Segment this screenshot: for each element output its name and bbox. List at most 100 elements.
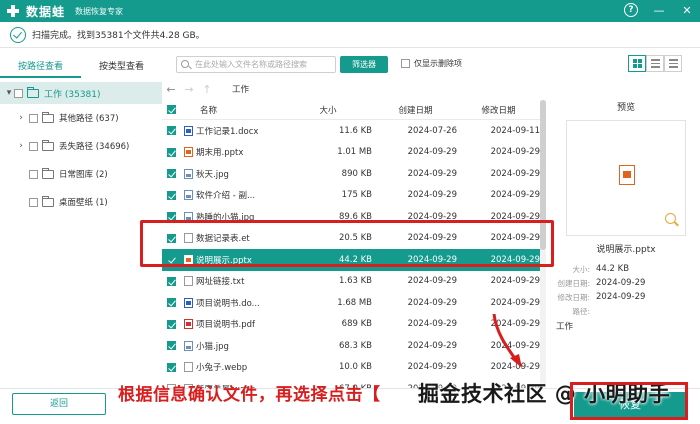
- file-size: 68.3 KB: [338, 340, 372, 351]
- pptx-file-icon: [184, 147, 193, 158]
- row-checkbox[interactable]: [167, 147, 176, 157]
- search-input[interactable]: 在此处输入文件名称或路径搜索: [176, 56, 336, 73]
- tree-item-checkbox[interactable]: [29, 197, 38, 207]
- tree-item-lost-paths[interactable]: › 丢失路径 (34696): [0, 132, 162, 160]
- column-header-modified[interactable]: 修改日期: [457, 104, 540, 116]
- tree-item-label: 日常图库 (2): [59, 170, 108, 180]
- tree-item-daily-gallery[interactable]: 日常图库 (2): [0, 160, 162, 188]
- row-checkbox[interactable]: [167, 169, 176, 179]
- tree-item-checkbox[interactable]: [29, 113, 38, 123]
- file-size: 1.68 MB: [337, 297, 372, 308]
- column-header-created[interactable]: 创建日期: [374, 104, 457, 116]
- back-arrow-icon[interactable]: ←: [162, 83, 180, 96]
- file-created: 2024-09-29: [407, 168, 457, 179]
- help-icon[interactable]: ?: [624, 3, 638, 17]
- up-arrow-icon[interactable]: ↑: [198, 83, 216, 96]
- tab-by-path[interactable]: 按路径查看: [0, 56, 81, 78]
- grid-icon: [632, 59, 642, 68]
- path-navigation: ← → ↑ 工作: [162, 80, 540, 98]
- txt-file-icon: [184, 276, 193, 287]
- breadcrumb: 工作: [232, 85, 250, 95]
- pptx-file-icon: [619, 165, 635, 185]
- preview-created-row: 创建日期: 2024-09-29: [552, 278, 700, 289]
- file-created: 2024-09-29: [407, 362, 457, 373]
- row-checkbox[interactable]: [167, 362, 176, 372]
- tree-item-label: 丢失路径 (34696): [59, 142, 130, 152]
- table-row[interactable]: 小猫.jpg 68.3 KB 2024-09-29 2024-09-29: [162, 335, 540, 357]
- file-created: 2024-09-29: [407, 147, 457, 158]
- table-row[interactable]: 项目说明书.do... 1.68 MB 2024-09-29 2024-09-29: [162, 292, 540, 314]
- filter-button[interactable]: 筛选器: [340, 56, 388, 73]
- red-arrow-icon: [492, 313, 522, 368]
- column-header-size[interactable]: 大小: [284, 104, 374, 116]
- meta-label: 大小:: [572, 265, 590, 274]
- file-modified: 2024-09-29: [490, 190, 540, 201]
- scan-status-text: 扫描完成。找到35381个文件共4.28 GB。: [32, 31, 205, 41]
- tree-item-desktop-wallpaper[interactable]: 桌面壁纸 (1): [0, 188, 162, 216]
- tree-item-label: 桌面壁纸 (1): [59, 198, 108, 208]
- tree-root-checkbox[interactable]: [14, 88, 23, 98]
- tab-by-type[interactable]: 按类型查看: [81, 56, 162, 78]
- table-row[interactable]: 秋天.jpg 890 KB 2024-09-29 2024-09-29: [162, 163, 540, 185]
- app-tagline: 数据恢复专家: [75, 6, 124, 16]
- select-all-checkbox[interactable]: [167, 105, 176, 114]
- back-button[interactable]: 返回: [12, 393, 106, 415]
- table-row[interactable]: 工作记录1.docx 11.6 KB 2024-07-26 2024-09-11: [162, 120, 540, 142]
- tree-item-label: 其他路径 (637): [59, 114, 119, 124]
- row-checkbox[interactable]: [167, 319, 176, 329]
- folder-icon: [42, 111, 54, 123]
- tree-root-label: 工作 (35381): [44, 89, 101, 100]
- tree-root-work[interactable]: ▾ 工作 (35381): [0, 82, 162, 104]
- tree-item-checkbox[interactable]: [29, 141, 38, 151]
- check-circle-icon: [10, 26, 26, 43]
- app-logo: 数据蛙: [4, 3, 65, 20]
- folder-icon: [42, 195, 54, 207]
- close-icon[interactable]: ✕: [680, 3, 694, 17]
- recover-button-highlight: [570, 382, 688, 420]
- zoom-icon[interactable]: [665, 213, 679, 227]
- file-name: 小猫.jpg: [196, 341, 229, 352]
- table-row[interactable]: 网址链接.txt 1.63 KB 2024-09-29 2024-09-29: [162, 271, 540, 293]
- preview-path-row: 路径:: [552, 306, 700, 317]
- title-bar: 数据蛙 数据恢复专家 ? — ✕: [0, 0, 700, 22]
- file-name: 项目说明书.pdf: [196, 320, 255, 331]
- detail-view-button[interactable]: [664, 55, 682, 72]
- pdf-file-icon: [184, 319, 193, 330]
- list-view-button[interactable]: [646, 55, 664, 72]
- row-checkbox[interactable]: [167, 190, 176, 200]
- preview-modified: 2024-09-29: [596, 292, 646, 302]
- file-created: 2024-09-29: [407, 319, 457, 330]
- preview-panel: 预览 说明展示.pptx 大小: 44.2 KB 创建日期: 2024-09-2…: [552, 98, 700, 386]
- meta-label: 创建日期:: [557, 279, 590, 288]
- folder-icon: [42, 167, 54, 179]
- file-created: 2024-09-29: [407, 276, 457, 287]
- table-row[interactable]: 期末用.pptx 1.01 MB 2024-09-29 2024-09-29: [162, 142, 540, 164]
- only-deleted-toggle[interactable]: 仅显示删除项: [401, 58, 462, 69]
- row-checkbox[interactable]: [167, 276, 176, 286]
- table-row[interactable]: 小兔子.webp 10.0 KB 2024-09-29 2024-09-29: [162, 357, 540, 379]
- preview-size: 44.2 KB: [596, 264, 630, 274]
- list-icon: [650, 59, 660, 68]
- column-header-name[interactable]: 名称: [184, 104, 284, 116]
- row-checkbox[interactable]: [167, 126, 176, 136]
- tree-item-checkbox[interactable]: [29, 169, 38, 179]
- only-deleted-checkbox[interactable]: [401, 59, 410, 68]
- minimize-icon[interactable]: —: [652, 3, 666, 17]
- preview-created: 2024-09-29: [596, 278, 646, 288]
- folder-icon: [42, 139, 54, 151]
- preview-size-row: 大小: 44.2 KB: [552, 264, 700, 275]
- forward-arrow-icon[interactable]: →: [180, 83, 198, 96]
- table-row[interactable]: 项目说明书.pdf 689 KB 2024-09-29 2024-09-29: [162, 314, 540, 336]
- grid-view-button[interactable]: [628, 55, 646, 72]
- chevron-right-icon[interactable]: ›: [16, 113, 26, 123]
- row-checkbox[interactable]: [167, 298, 176, 308]
- chevron-down-icon[interactable]: ▾: [4, 88, 14, 98]
- preview-path: 工作: [556, 322, 574, 332]
- file-modified: 2024-09-11: [490, 125, 540, 136]
- chevron-right-icon[interactable]: ›: [16, 141, 26, 151]
- docx-file-icon: [184, 125, 193, 136]
- row-checkbox[interactable]: [167, 341, 176, 351]
- tree-item-other-paths[interactable]: › 其他路径 (637): [0, 104, 162, 132]
- table-row[interactable]: 软件介绍 - 副... 175 KB 2024-09-29 2024-09-29: [162, 185, 540, 207]
- search-icon: [181, 60, 189, 68]
